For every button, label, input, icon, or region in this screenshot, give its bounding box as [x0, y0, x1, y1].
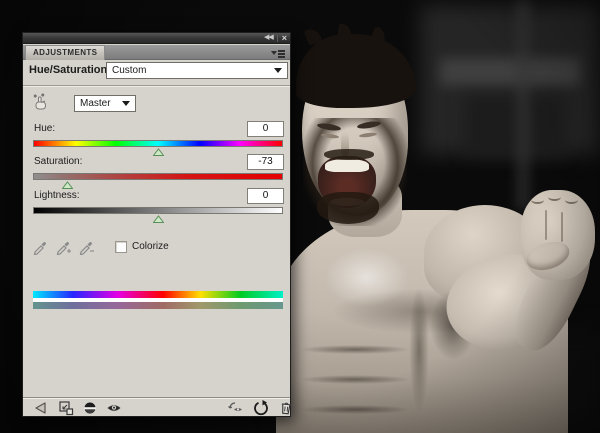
panel-titlebar[interactable]: ◀◀ × — [23, 33, 290, 44]
delete-adjustment-layer-button[interactable] — [278, 400, 294, 416]
panel-menu-line — [278, 53, 285, 55]
clip-to-layer-icon — [59, 401, 74, 416]
add-to-sample-eyedropper-button[interactable] — [56, 239, 72, 255]
clip-to-layer-button[interactable] — [58, 400, 74, 416]
section-divider — [23, 85, 290, 87]
panel-menu-icon[interactable] — [271, 49, 285, 58]
back-arrow-icon — [35, 402, 46, 414]
hue-slider-track[interactable] — [33, 140, 283, 147]
eye-icon — [107, 405, 121, 411]
eye-with-arrow-icon — [228, 402, 242, 411]
close-icon[interactable]: × — [282, 33, 287, 43]
eyedropper-minus-icon — [79, 242, 94, 255]
hue-value-field[interactable]: 0 — [247, 121, 284, 137]
chevron-down-icon — [122, 101, 130, 106]
photoshop-workspace: ◀◀ × ADJUSTMENTS Hue/Saturation Custom M… — [0, 0, 600, 433]
input-hue-spectrum-bar — [33, 291, 283, 298]
view-previous-state-button[interactable] — [228, 400, 244, 416]
toggle-sphere-button[interactable] — [82, 400, 98, 416]
saturation-value-field[interactable]: -73 — [247, 154, 284, 170]
collapse-to-icons-icon[interactable]: ◀◀ — [264, 33, 274, 43]
lightness-label: Lightness: — [34, 190, 80, 201]
chevron-down-icon — [274, 68, 282, 73]
eyedropper-icon — [33, 242, 46, 255]
lightness-value-field[interactable]: 0 — [247, 188, 284, 204]
lightness-slider-track[interactable] — [33, 207, 283, 214]
panel-tab-bar: ADJUSTMENTS — [23, 45, 290, 60]
panel-menu-line — [278, 50, 285, 52]
colorize-label: Colorize — [132, 241, 169, 252]
eyedropper-button[interactable] — [33, 239, 49, 255]
saturation-slider-track[interactable] — [33, 173, 283, 180]
trash-icon — [281, 402, 291, 415]
targeted-adjustment-tool-button[interactable] — [32, 92, 52, 112]
panel-menu-line — [278, 56, 285, 58]
eyedropper-plus-icon — [56, 242, 71, 255]
tab-adjustments[interactable]: ADJUSTMENTS — [25, 45, 106, 60]
hue-slider-handle[interactable] — [153, 148, 164, 156]
reset-adjustment-button[interactable] — [253, 400, 269, 416]
colorize-checkbox[interactable] — [115, 241, 127, 253]
channel-value: Master — [80, 98, 111, 109]
preset-value: Custom — [112, 65, 147, 76]
saturation-label: Saturation: — [34, 156, 83, 167]
hue-label: Hue: — [34, 123, 56, 134]
titlebar-divider — [276, 34, 278, 42]
reset-arrow-icon — [254, 400, 268, 416]
adjustments-panel: ◀◀ × ADJUSTMENTS Hue/Saturation Custom M… — [22, 32, 291, 417]
targeted-adjustment-hand-icon — [33, 93, 46, 110]
preset-dropdown[interactable]: Custom — [106, 62, 288, 79]
panel-menu-caret — [271, 51, 277, 55]
output-hue-spectrum-bar — [33, 302, 283, 309]
toggle-layer-visibility-button[interactable] — [106, 400, 122, 416]
saturation-slider-handle[interactable] — [61, 181, 73, 189]
subtract-from-sample-eyedropper-button[interactable] — [79, 239, 95, 255]
lightness-slider-handle[interactable] — [153, 215, 164, 223]
adjustment-title: Hue/Saturation — [29, 64, 108, 76]
return-to-adjustment-list-button[interactable] — [33, 400, 49, 416]
channel-dropdown[interactable]: Master — [74, 95, 136, 112]
footer-divider — [23, 397, 290, 399]
half-sphere-icon — [84, 402, 96, 414]
